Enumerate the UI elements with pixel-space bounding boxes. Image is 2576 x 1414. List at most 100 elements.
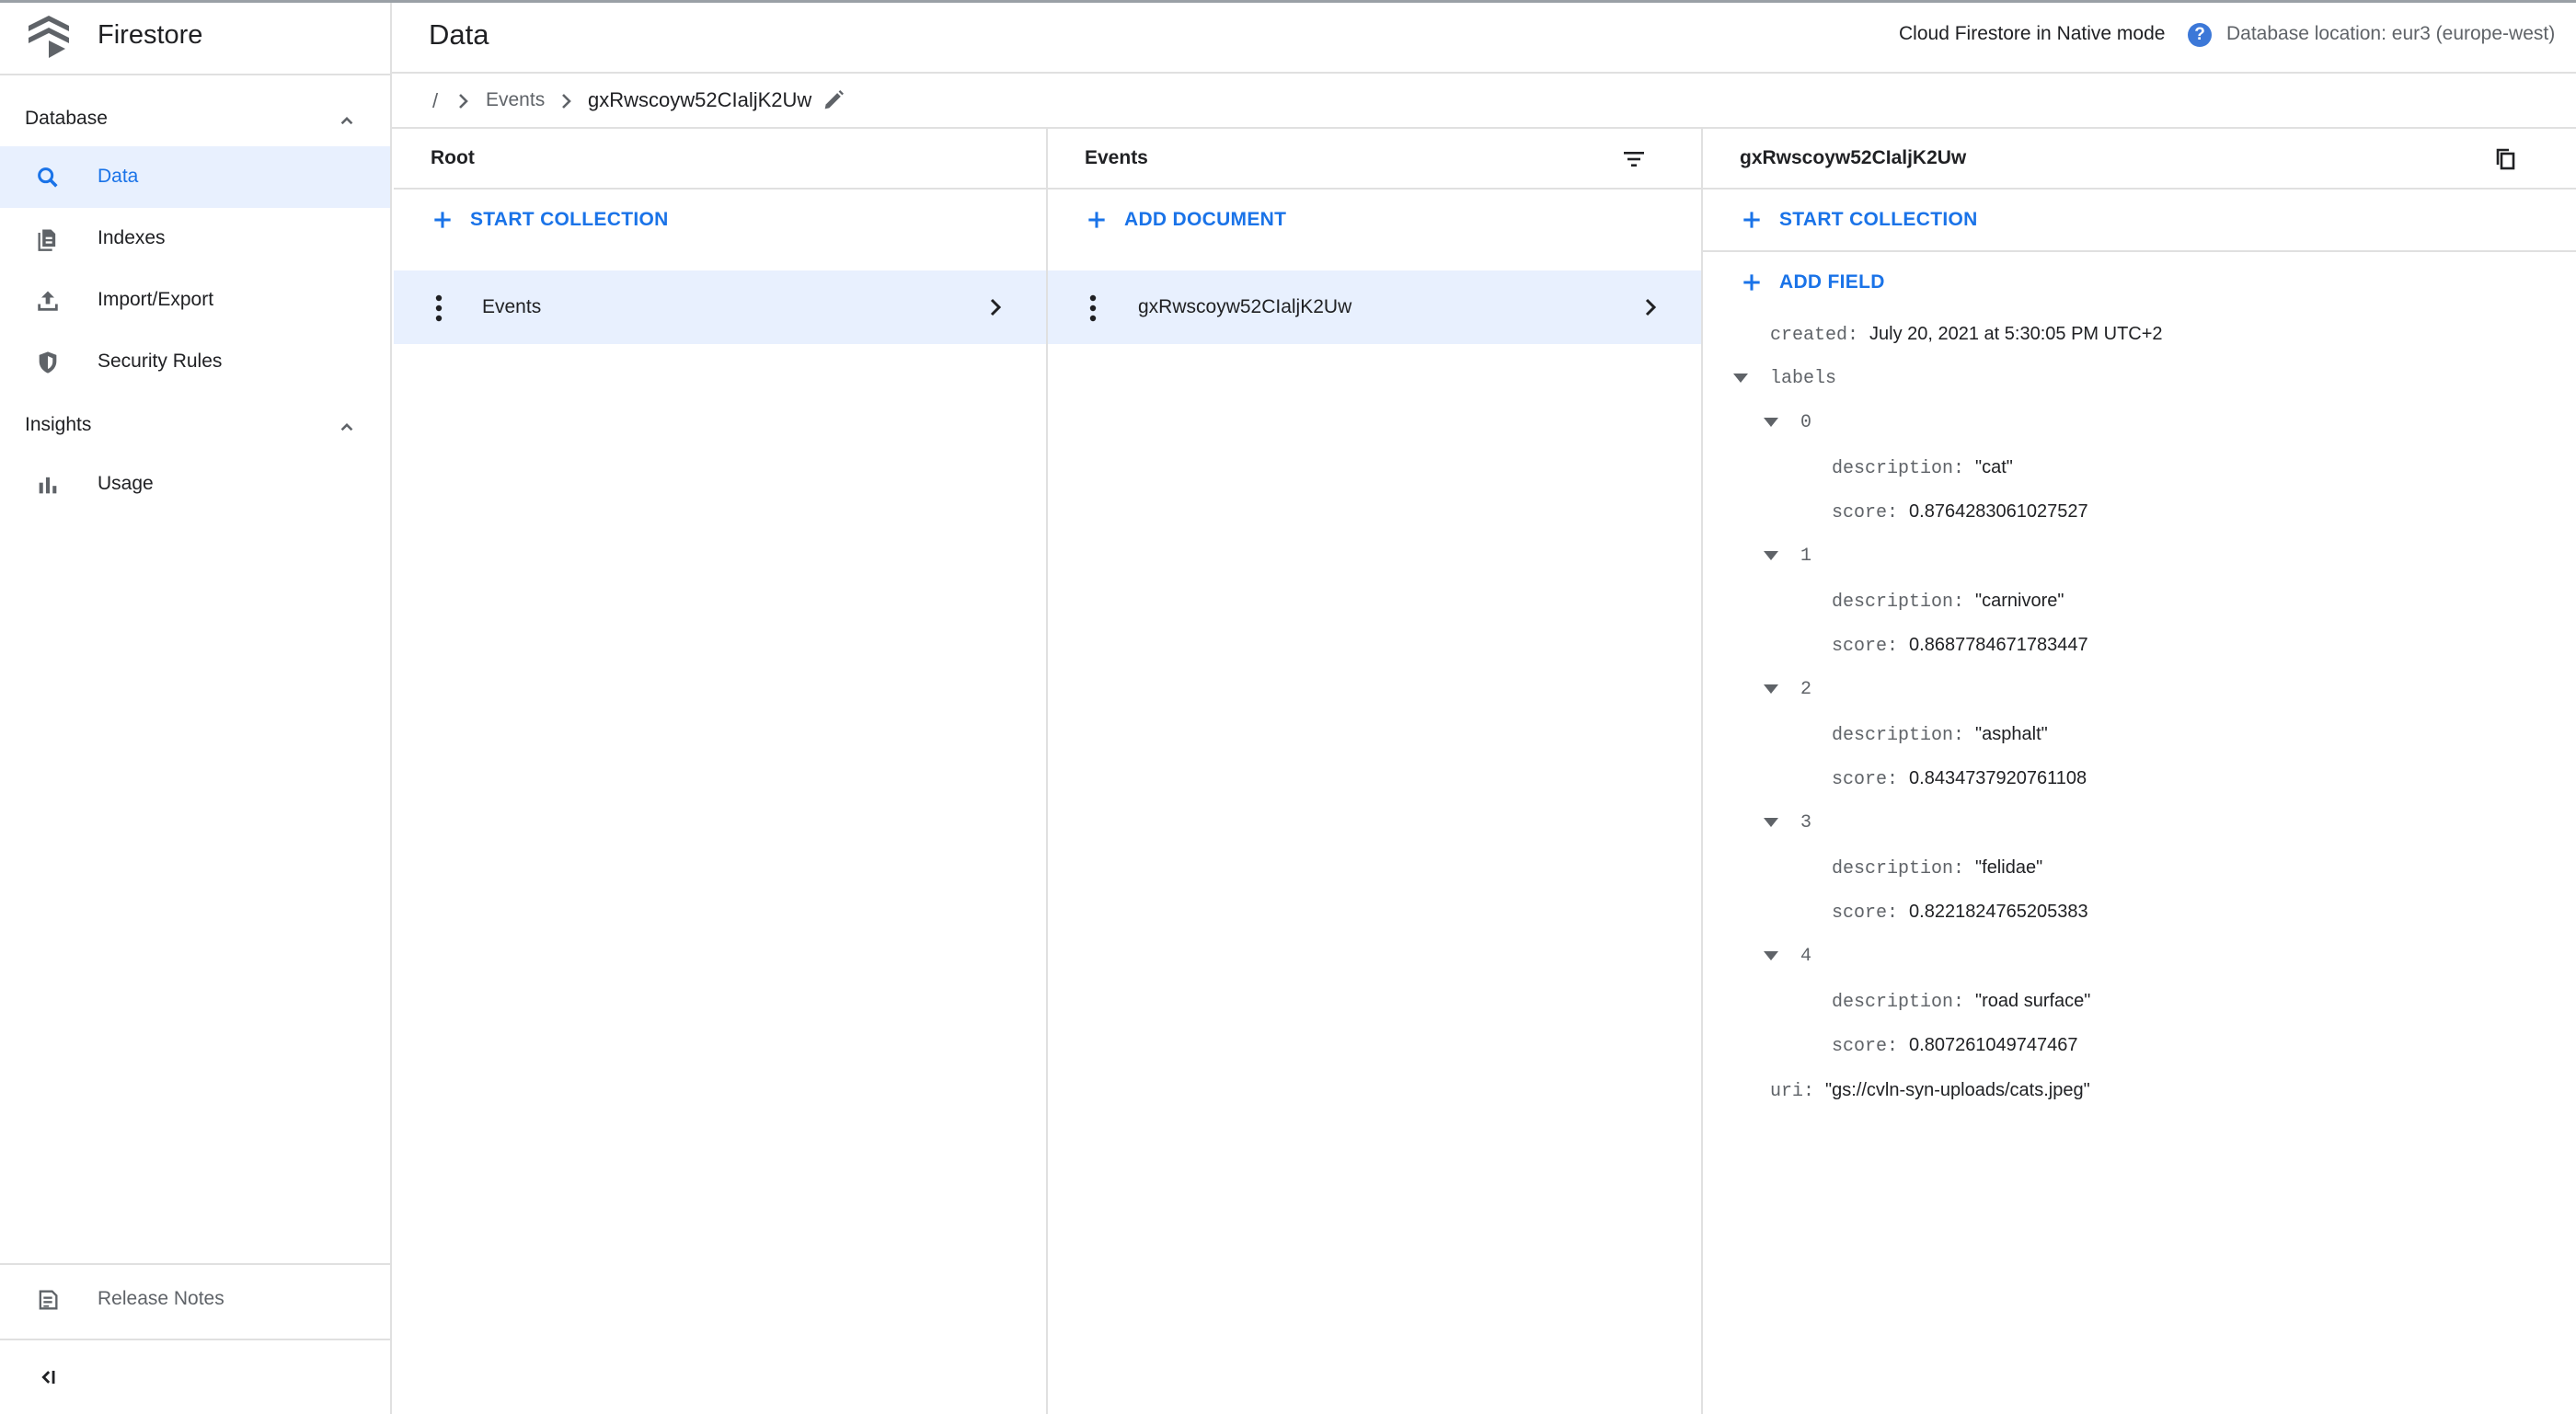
field-value: 0.8434737920761108 (1909, 768, 2087, 788)
sidebar-item-label: Usage (98, 473, 154, 494)
sidebar-item-label: Security Rules (98, 351, 223, 372)
field-key: score: (1832, 769, 1899, 790)
add-field-button[interactable]: ADD FIELD (1703, 252, 2576, 313)
field-uri[interactable]: uri: "gs://cvln-syn-uploads/cats.jpeg" (1770, 1080, 2090, 1102)
chevron-right-icon (990, 298, 1002, 316)
field-description[interactable]: description: "road surface" (1832, 991, 2090, 1013)
triangle-down-icon[interactable] (1762, 816, 1780, 829)
field-description[interactable]: description: "carnivore" (1832, 591, 2064, 613)
breadcrumb-item-events[interactable]: Events (486, 89, 545, 111)
collapse-sidebar-button[interactable] (0, 1348, 390, 1409)
start-collection-label: START COLLECTION (1779, 209, 1978, 230)
field-description[interactable]: description: "asphalt" (1832, 724, 2048, 746)
list-item[interactable]: gxRwscoyw52CIaljK2Uw (1048, 270, 1701, 344)
field-value: "asphalt" (1975, 724, 2048, 744)
start-collection-button[interactable]: START COLLECTION (1703, 190, 2576, 250)
filter-icon[interactable] (1620, 145, 1648, 173)
document-id: gxRwscoyw52CIaljK2Uw (1138, 296, 1352, 317)
import-export-icon (38, 291, 58, 311)
triangle-down-icon[interactable] (1762, 949, 1780, 962)
field-value: "gs://cvln-syn-uploads/cats.jpeg" (1825, 1080, 2090, 1100)
chevron-up-icon[interactable] (335, 109, 359, 132)
field-score[interactable]: score: 0.8764283061027527 (1832, 501, 2088, 523)
field-score[interactable]: score: 0.8221824765205383 (1832, 902, 2088, 924)
sidebar-item-security-rules[interactable]: Security Rules (0, 331, 390, 393)
field-value: 0.807261049747467 (1909, 1035, 2078, 1055)
help-icon[interactable]: ? (2188, 23, 2212, 47)
field-labels[interactable]: labels (1770, 368, 1836, 389)
more-vert-icon[interactable] (434, 294, 443, 322)
field-key: score: (1832, 902, 1899, 924)
plus-icon (434, 212, 451, 228)
label-index[interactable]: 0 (1800, 412, 1811, 433)
bar-chart-icon (39, 477, 57, 494)
add-field-label: ADD FIELD (1779, 271, 1885, 293)
page-title: Data (429, 18, 489, 51)
field-description[interactable]: description: "cat" (1832, 457, 2013, 479)
chevron-right-icon (562, 94, 571, 109)
search-icon (38, 167, 58, 188)
triangle-down-icon[interactable] (1762, 416, 1780, 429)
chevron-up-icon[interactable] (335, 415, 359, 439)
field-key: score: (1832, 502, 1899, 523)
top-bar: Data Cloud Firestore in Native mode ? Da… (392, 0, 2576, 74)
breadcrumb-root[interactable]: / (432, 89, 438, 113)
sidebar-item-indexes[interactable]: Indexes (0, 208, 390, 270)
field-key: created: (1770, 325, 1859, 346)
field-value: "road surface" (1975, 991, 2091, 1011)
edit-icon[interactable] (821, 87, 846, 113)
field-key: uri: (1770, 1081, 1815, 1102)
sidebar-item-usage[interactable]: Usage (0, 454, 390, 515)
breadcrumb-item-document[interactable]: gxRwscoyw52CIaljK2Uw (588, 88, 811, 112)
plus-icon (1088, 212, 1105, 228)
field-value: "carnivore" (1975, 591, 2064, 611)
section-insights[interactable]: Insights (0, 402, 390, 450)
more-vert-icon[interactable] (1088, 294, 1098, 322)
divider (0, 74, 390, 75)
label-index-text: 0 (1800, 412, 1812, 433)
database-mode: Cloud Firestore in Native mode (1899, 23, 2166, 44)
start-collection-label: START COLLECTION (470, 209, 669, 230)
label-index-text: 2 (1800, 679, 1812, 700)
triangle-down-icon[interactable] (1762, 683, 1780, 696)
sidebar-item-import-export[interactable]: Import/Export (0, 270, 390, 331)
sidebar-item-data[interactable]: Data (0, 146, 390, 208)
label-index[interactable]: 4 (1800, 946, 1811, 967)
root-panel-title: Root (431, 147, 475, 168)
triangle-down-icon[interactable] (1762, 549, 1780, 562)
root-panel: Root START COLLECTION Events (394, 129, 1048, 1414)
section-insights-label: Insights (25, 414, 92, 435)
collapse-icon[interactable] (35, 1364, 61, 1390)
firestore-logo[interactable] (26, 13, 72, 61)
plus-icon (1743, 274, 1760, 291)
field-value: 0.8764283061027527 (1909, 501, 2088, 522)
brand-header: Firestore (0, 0, 390, 74)
sidebar: Firestore Database Data Indexes Import/E… (0, 0, 392, 1414)
release-notes-link[interactable]: Release Notes (0, 1269, 390, 1330)
triangle-down-icon[interactable] (1731, 372, 1750, 385)
field-value: 0.8687784671783447 (1909, 635, 2088, 655)
field-score[interactable]: score: 0.8687784671783447 (1832, 635, 2088, 657)
section-database-label: Database (25, 108, 108, 129)
field-description[interactable]: description: "felidae" (1832, 857, 2042, 879)
start-collection-button[interactable]: START COLLECTION (394, 190, 1046, 250)
list-item[interactable]: Events (394, 270, 1046, 344)
label-index[interactable]: 1 (1800, 546, 1811, 567)
breadcrumb: / Events gxRwscoyw52CIaljK2Uw (392, 74, 2576, 129)
field-created[interactable]: created: July 20, 2021 at 5:30:05 PM UTC+… (1770, 324, 2163, 346)
label-index-text: 1 (1800, 546, 1812, 567)
copy-icon[interactable] (2492, 145, 2520, 173)
field-value: July 20, 2021 at 5:30:05 PM UTC+2 (1869, 324, 2163, 344)
sidebar-item-label: Import/Export (98, 289, 214, 310)
plus-icon (1743, 212, 1760, 228)
label-index[interactable]: 2 (1800, 679, 1811, 700)
sidebar-item-label: Indexes (98, 227, 166, 248)
release-notes-label: Release Notes (98, 1288, 224, 1309)
field-score[interactable]: score: 0.807261049747467 (1832, 1035, 2078, 1057)
section-database[interactable]: Database (0, 96, 390, 144)
add-document-button[interactable]: ADD DOCUMENT (1048, 190, 1701, 250)
divider (0, 1339, 390, 1340)
label-index[interactable]: 3 (1800, 812, 1811, 833)
field-score[interactable]: score: 0.8434737920761108 (1832, 768, 2087, 790)
collection-name: Events (482, 296, 542, 317)
